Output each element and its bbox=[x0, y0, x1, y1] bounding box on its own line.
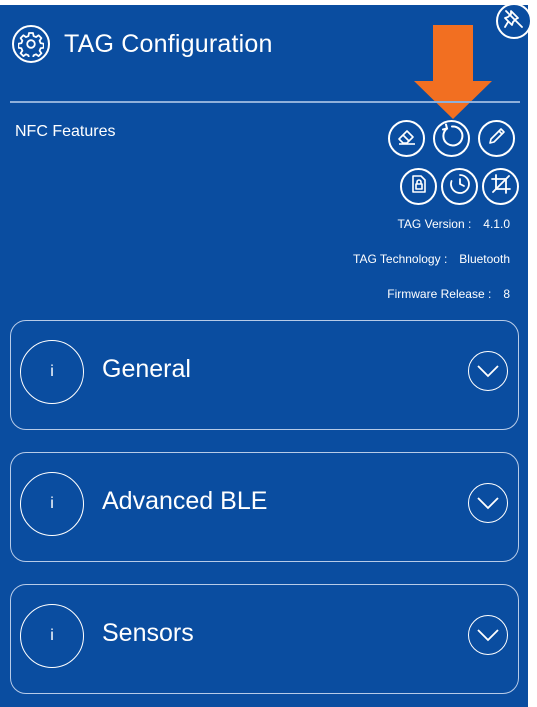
refresh-button[interactable] bbox=[433, 120, 470, 157]
tag-technology-value: Bluetooth bbox=[459, 252, 510, 266]
tag-technology-label: TAG Technology : bbox=[353, 252, 448, 266]
history-button[interactable] bbox=[441, 168, 478, 205]
tag-technology-row: TAG Technology : Bluetooth bbox=[353, 252, 510, 266]
refresh-icon bbox=[439, 123, 465, 154]
section-advanced-ble[interactable]: i Advanced BLE bbox=[10, 452, 519, 562]
section-title: Advanced BLE bbox=[102, 487, 268, 515]
unpin-icon bbox=[502, 7, 526, 36]
info-icon[interactable]: i bbox=[20, 604, 84, 668]
info-icon[interactable]: i bbox=[20, 340, 84, 404]
chevron-down-icon[interactable] bbox=[468, 483, 508, 523]
lock-button[interactable] bbox=[400, 168, 437, 205]
history-icon bbox=[448, 172, 472, 201]
header: TAG Configuration bbox=[12, 25, 273, 63]
tag-version-value: 4.1.0 bbox=[483, 217, 510, 231]
tag-config-panel: TAG Configuration NFC Features TAG Versi… bbox=[0, 3, 532, 707]
page-title: TAG Configuration bbox=[64, 29, 273, 58]
chevron-down-icon[interactable] bbox=[468, 615, 508, 655]
tag-version-row: TAG Version : 4.1.0 bbox=[397, 217, 510, 231]
info-icon[interactable]: i bbox=[20, 472, 84, 536]
section-title: General bbox=[102, 355, 191, 383]
firmware-release-value: 8 bbox=[503, 287, 510, 301]
gear-icon[interactable] bbox=[12, 25, 50, 63]
section-sensors[interactable]: i Sensors bbox=[10, 584, 519, 694]
lock-file-icon bbox=[408, 173, 430, 200]
eraser-icon bbox=[396, 125, 418, 152]
arrow-indicator bbox=[414, 25, 492, 119]
firmware-release-row: Firmware Release : 8 bbox=[387, 287, 510, 301]
nfc-features-label: NFC Features bbox=[15, 123, 116, 140]
section-general[interactable]: i General bbox=[10, 320, 519, 430]
firmware-release-label: Firmware Release : bbox=[387, 287, 492, 301]
unpin-button[interactable] bbox=[496, 3, 532, 39]
crop-button[interactable] bbox=[482, 168, 519, 205]
tag-version-label: TAG Version : bbox=[397, 217, 472, 231]
section-title: Sensors bbox=[102, 619, 194, 647]
edit-button[interactable] bbox=[478, 120, 515, 157]
chevron-down-icon[interactable] bbox=[468, 351, 508, 391]
divider bbox=[10, 101, 520, 103]
erase-button[interactable] bbox=[388, 120, 425, 157]
pencil-icon bbox=[486, 125, 508, 152]
crop-icon bbox=[490, 173, 512, 200]
